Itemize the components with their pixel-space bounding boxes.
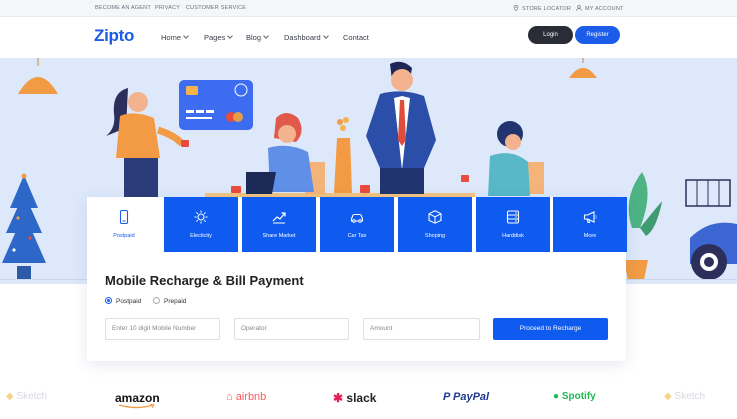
brand-spotify: ● Spotify (553, 391, 596, 402)
chevron-down-icon (263, 33, 269, 39)
pendant-lamp-left (18, 58, 58, 94)
service-tabs: Postpaid Electicity Share Market Car Tax… (87, 197, 627, 252)
nav-home-label: Home (161, 33, 182, 42)
become-agent-link[interactable]: BECOME AN AGENT (95, 5, 151, 11)
brand-spotify-label: Spotify (561, 391, 596, 402)
location-pin-icon (513, 5, 519, 11)
person-woman-standing (106, 88, 189, 198)
recharge-card: Postpaid Electicity Share Market Car Tax… (87, 197, 627, 361)
tab-postpaid[interactable]: Postpaid (87, 197, 161, 252)
brand-airbnb-label: airbnb (235, 391, 267, 403)
tab-harddisk-label: Harddisk (502, 233, 524, 239)
megaphone-icon (583, 211, 597, 223)
chevron-down-icon (227, 33, 234, 39)
tab-share-market[interactable]: Share Market (242, 197, 316, 252)
radio-prepaid[interactable]: Prepaid (153, 297, 186, 305)
radio-postpaid[interactable]: Postpaid (105, 297, 141, 305)
scooter (685, 179, 737, 280)
radio-postpaid-label: Postpaid (116, 298, 142, 305)
login-button[interactable]: Login (528, 26, 573, 44)
airbnb-icon: ⌂ (226, 391, 233, 403)
store-locator-label: STORE LOCATOR (522, 6, 572, 12)
diamond-icon: ◆ (664, 391, 672, 402)
radio-checked-icon[interactable] (105, 297, 112, 304)
car-icon (350, 213, 364, 223)
mobile-number-input[interactable]: Enter 10 digit Mobile Number (105, 318, 220, 340)
brand-amazon: amazon (115, 391, 160, 409)
nav-dashboard[interactable]: Dashboard (284, 33, 329, 42)
radio-prepaid-label: Prepaid (164, 298, 187, 305)
brand-slack-label: slack (346, 391, 377, 405)
chevron-down-icon (322, 33, 329, 39)
nav-contact[interactable]: Contact (343, 33, 369, 42)
tab-postpaid-label: Postpaid (113, 233, 135, 239)
brand-sketch-right: ◆ Sketch (664, 391, 705, 402)
main-header: Zipto Home Pages Blog Dashboard Contact … (0, 17, 737, 58)
slack-icon: ✱ (333, 391, 344, 405)
brand-paypal-label: PayPal (453, 391, 490, 403)
nav-pages-label: Pages (204, 33, 226, 42)
diamond-icon: ◆ (6, 391, 14, 402)
tab-car-tax[interactable]: Car Tax (320, 197, 394, 252)
nav-contact-label: Contact (343, 33, 369, 42)
privacy-link[interactable]: PRIVACY (155, 5, 180, 11)
proceed-to-recharge-button[interactable]: Proceed to Recharge (493, 318, 608, 340)
tab-more-label: More (583, 233, 597, 239)
brand-logos: ◆ Sketch amazon ⌂ airbnb ✱ slack P PayPa… (0, 381, 737, 419)
tab-electicity[interactable]: Electicity (164, 197, 238, 252)
tab-car-tax-label: Car Tax (347, 233, 367, 239)
pendant-lamp-right (569, 58, 597, 78)
box-icon (428, 210, 442, 224)
amazon-smile-icon (118, 404, 155, 409)
tab-electicity-label: Electicity (190, 233, 212, 239)
tab-more[interactable]: More (553, 197, 627, 252)
my-account-label: MY ACCOUNT (585, 6, 624, 12)
amount-input[interactable]: Amount (363, 318, 480, 340)
flower-vase (334, 117, 352, 193)
radio-unchecked-icon[interactable] (153, 297, 160, 304)
brand-amazon-label: amazon (115, 391, 160, 405)
brand-airbnb: ⌂ airbnb (226, 391, 266, 403)
nav-pages[interactable]: Pages (204, 33, 234, 42)
brand-paypal: P PayPal (443, 391, 489, 403)
customer-service-link[interactable]: CUSTOMER SERVICE (186, 5, 246, 11)
tab-shoping[interactable]: Shoping (398, 197, 472, 252)
operator-input[interactable]: Operator (234, 318, 349, 340)
nav-blog[interactable]: Blog (246, 33, 269, 42)
bulb-icon (194, 210, 208, 224)
tab-share-market-label: Share Market (262, 233, 296, 239)
register-button[interactable]: Register (575, 26, 620, 44)
nav-blog-label: Blog (246, 33, 262, 42)
harddisk-icon (506, 210, 520, 224)
phone-icon (119, 210, 129, 224)
credit-card-icon (179, 80, 253, 130)
brand-sketch-left-label: Sketch (16, 391, 48, 402)
potted-plant (624, 172, 663, 280)
my-account-link[interactable]: MY ACCOUNT (576, 5, 624, 12)
tab-shoping-label: Shoping (424, 233, 446, 239)
tab-harddisk[interactable]: Harddisk (476, 197, 550, 252)
top-bar: BECOME AN AGENT PRIVACY CUSTOMER SERVICE… (0, 0, 737, 17)
paypal-icon: P (443, 391, 450, 403)
christmas-tree (2, 173, 46, 280)
site-logo[interactable]: Zipto (94, 26, 134, 46)
person-man-suit (366, 61, 436, 194)
nav-dashboard-label: Dashboard (284, 33, 321, 42)
brand-sketch-right-label: Sketch (674, 391, 706, 402)
store-locator-link[interactable]: STORE LOCATOR (513, 5, 571, 12)
brand-sketch-left: ◆ Sketch (6, 391, 47, 402)
card-title: Mobile Recharge & Bill Payment (105, 273, 304, 288)
trend-icon (272, 212, 286, 224)
user-icon (576, 5, 582, 11)
spotify-icon: ● (553, 391, 560, 402)
nav-home[interactable]: Home (161, 33, 189, 42)
brand-slack: ✱ slack (333, 391, 376, 405)
chevron-down-icon (183, 33, 189, 39)
